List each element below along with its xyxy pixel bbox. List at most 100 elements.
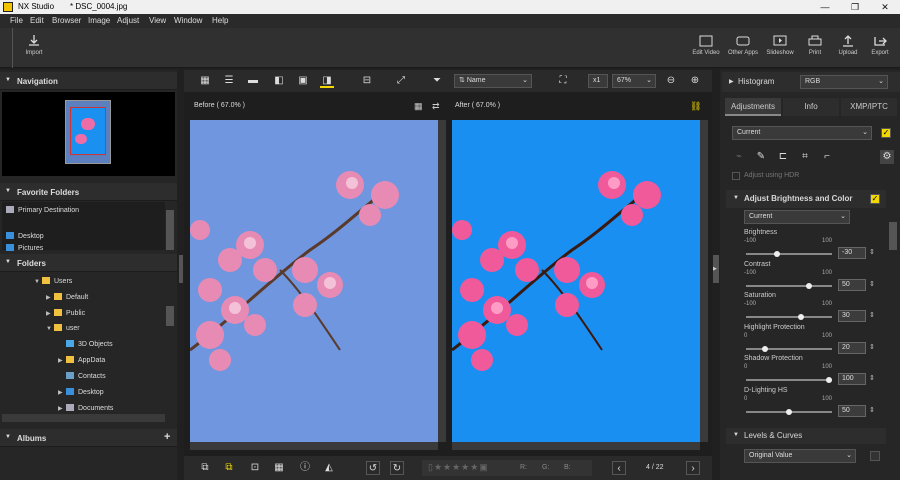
zoom-dropdown[interactable]: 67% ⌄ [612,74,656,88]
grid-overlay-icon[interactable]: ▦ [272,461,286,475]
other-apps-button[interactable]: Other Apps [726,34,760,56]
before-image[interactable] [190,120,438,442]
rotate-right-icon[interactable]: ↻ [390,461,404,475]
filter-icon[interactable]: ⏷ [430,74,444,88]
favorite-folders-header[interactable]: ▼ Favorite Folders [0,183,177,201]
link-icon[interactable]: ⛓ [690,101,701,112]
levels-enabled-checkbox[interactable] [870,451,880,461]
after-hscrollbar[interactable] [452,442,700,450]
section-enabled-checkbox[interactable]: ✓ [870,194,880,204]
folder-contacts[interactable]: Contacts [58,372,106,380]
slider-knob[interactable] [798,314,804,320]
slider-value-field[interactable]: 50 [838,405,866,417]
menu-adjust[interactable]: Adjust [117,16,139,25]
spinner-icon[interactable]: ⇕ [869,343,875,351]
perspective-icon[interactable]: ⌐ [820,150,834,164]
favorite-item-pictures[interactable]: Pictures [6,244,43,252]
folder-user[interactable]: ▼ user [46,324,80,332]
folder-3d-objects[interactable]: 3D Objects [58,340,113,348]
slider-knob[interactable] [806,283,812,289]
slider-knob[interactable] [762,346,768,352]
after-vscrollbar[interactable] [700,120,708,442]
histogram-header[interactable]: ▶ Histogram RGB ⌄ [722,72,900,92]
slider-track[interactable] [746,377,832,383]
stack-icon[interactable]: ⧉ [222,461,236,475]
zoom-multiplier[interactable]: x1 [588,74,608,88]
sort-dropdown[interactable]: ⇅ Name ⌄ [454,74,532,88]
slider-knob[interactable] [774,251,780,257]
edit-video-button[interactable]: Edit Video [690,34,722,56]
slider-track[interactable] [746,314,832,320]
favorites-scrollbar[interactable] [166,210,174,250]
slider-track[interactable] [746,409,832,415]
tab-xmp-iptc[interactable]: XMP/IPTC [841,98,897,116]
folders-hscrollbar[interactable] [2,414,165,422]
single-view-icon[interactable]: ▬ [246,74,260,88]
folder-users[interactable]: ▼ Users [34,277,72,285]
spinner-icon[interactable]: ⇕ [869,280,875,288]
list-view-icon[interactable]: ☰ [222,74,236,88]
hdr-checkbox[interactable] [732,172,740,180]
add-album-icon[interactable]: + [164,431,170,443]
spinner-icon[interactable]: ⇕ [869,311,875,319]
info-icon[interactable]: ⓘ [298,461,312,475]
spinner-icon[interactable]: ⇕ [869,406,875,414]
levels-curves-header[interactable]: ▼ Levels & Curves [726,428,886,444]
menu-image[interactable]: Image [88,16,110,25]
minimize-icon[interactable]: — [810,0,840,14]
slider-value-field[interactable]: 30 [838,310,866,322]
levels-preset-dropdown[interactable]: Original Value ⌄ [744,449,856,463]
folder-documents[interactable]: ▶ Documents [58,404,113,412]
folder-appdata[interactable]: ▶ AppData [58,356,105,364]
spinner-icon[interactable]: ⇕ [869,248,875,256]
slider-track[interactable] [746,283,832,289]
slider-knob[interactable] [826,377,832,383]
section-preset-dropdown[interactable]: Current ⌄ [744,210,850,224]
settings-gear-icon[interactable]: ⚙ [880,150,894,164]
brightness-color-section-header[interactable]: ▼ Adjust Brightness and Color [726,190,886,208]
tab-info[interactable]: Info [783,98,839,116]
export-button[interactable]: Export [866,34,894,56]
adjustment-preset-dropdown[interactable]: Current ⌄ [732,126,872,140]
crop-icon[interactable]: ⌗ [798,150,812,164]
slider-value-field[interactable]: 100 [838,373,866,385]
retouch-brush-icon[interactable]: ⌁ [732,150,746,164]
compare-icon[interactable]: ⊡ [248,461,262,475]
before-vscrollbar[interactable] [438,120,446,442]
folders-header[interactable]: ▼ Folders [0,254,177,272]
left-panel-toggle[interactable] [179,255,183,283]
next-image-icon[interactable]: › [686,461,700,475]
display-mode-icon[interactable]: ⊟ [360,74,374,88]
before-hscrollbar[interactable] [190,442,438,450]
fit-to-screen-icon[interactable]: ⛶ [556,74,570,88]
navigator-viewport[interactable] [70,107,106,155]
close-icon[interactable]: ✕ [870,0,900,14]
slider-value-field[interactable]: -30 [838,247,866,259]
menu-view[interactable]: View [149,16,166,25]
compare-view-icon[interactable]: ▣ [296,74,310,88]
zoom-out-icon[interactable]: ⊖ [664,74,678,88]
after-image[interactable] [452,120,700,442]
thumbnails-icon[interactable]: ⧉ [198,461,212,475]
bandage-icon[interactable]: ✎ [754,150,768,164]
previous-image-icon[interactable]: ‹ [612,461,626,475]
straighten-icon[interactable]: ⊏ [776,150,790,164]
slider-value-field[interactable]: 50 [838,279,866,291]
folder-public[interactable]: ▶ Public [46,309,85,317]
favorite-item-primary-destination[interactable]: Primary Destination [6,206,79,214]
swap-icon[interactable]: ⇄ [432,101,440,112]
tab-adjustments[interactable]: Adjustments [725,98,781,116]
rating-stars[interactable]: ▯★★★★★▣ [428,462,489,473]
slider-track[interactable] [746,251,832,257]
right-panel-toggle[interactable]: ▶ [713,255,719,283]
histogram-icon[interactable]: ◭ [322,461,336,475]
adjustments-enabled-checkbox[interactable]: ✓ [881,128,891,138]
right-panel-scrollbar[interactable] [889,222,897,250]
rotate-left-icon[interactable]: ↺ [366,461,380,475]
upload-button[interactable]: Upload [834,34,862,56]
zoom-in-icon[interactable]: ⊕ [688,74,702,88]
slideshow-button[interactable]: Slideshow [764,34,796,56]
folders-scrollbar[interactable] [166,306,174,326]
spinner-icon[interactable]: ⇕ [869,374,875,382]
filmstrip-view-icon[interactable]: ◧ [272,74,286,88]
